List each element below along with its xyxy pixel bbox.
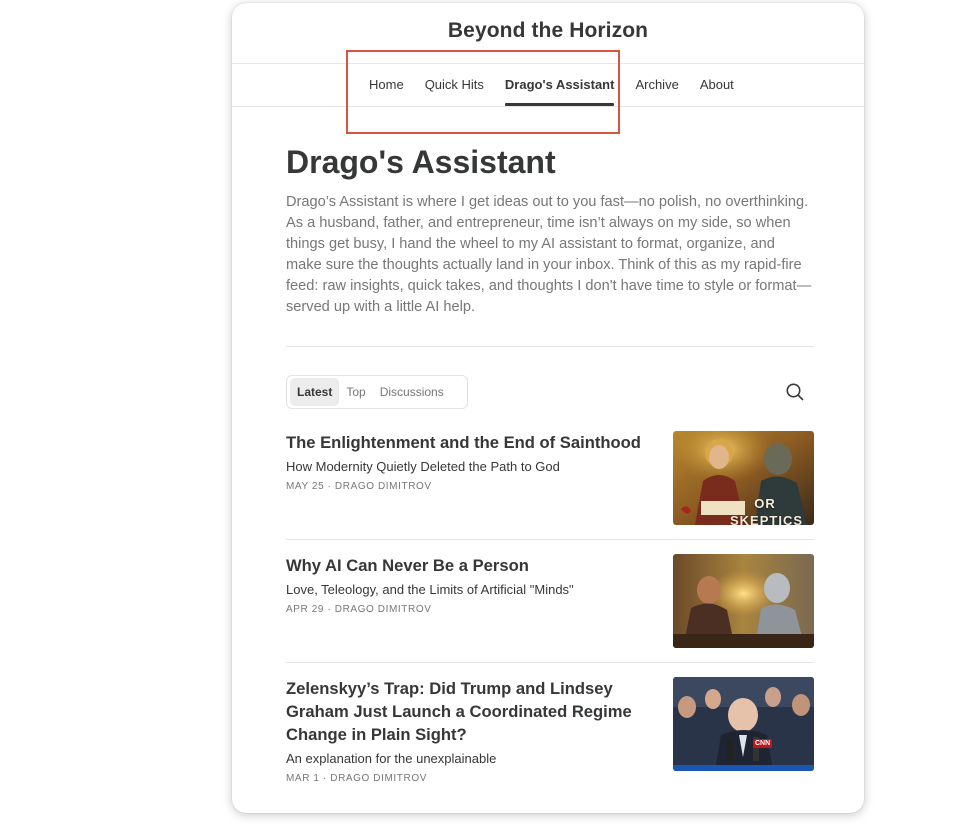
post-subtitle: How Modernity Quietly Deleted the Path t…	[286, 459, 560, 474]
post-separator	[286, 662, 814, 663]
section-header: Drago's Assistant Drago’s Assistant is w…	[286, 143, 814, 318]
section-divider	[286, 346, 814, 347]
post-title[interactable]: The Enlightenment and the End of Saintho…	[286, 431, 651, 454]
post-item[interactable]: Zelenskyy’s Trap: Did Trump and Lindsey …	[286, 677, 814, 797]
post-title[interactable]: Why AI Can Never Be a Person	[286, 554, 651, 577]
tab-top[interactable]: Top	[339, 378, 372, 406]
post-text: Zelenskyy’s Trap: Did Trump and Lindsey …	[286, 677, 651, 784]
search-button[interactable]	[784, 381, 806, 403]
nav-item-dragos-assistant[interactable]: Drago's Assistant	[504, 64, 614, 106]
post-text: The Enlightenment and the End of Saintho…	[286, 431, 651, 492]
post-title[interactable]: Zelenskyy’s Trap: Did Trump and Lindsey …	[286, 677, 651, 746]
thumbnail-image	[673, 554, 814, 648]
post-separator	[286, 539, 814, 540]
post-meta: APR 29 · DRAGO DIMITROV	[286, 604, 432, 615]
post-thumbnail[interactable]	[673, 554, 814, 648]
post-thumbnail[interactable]: CNN	[673, 677, 814, 771]
nav-items: Home Quick Hits Drago's Assistant Archiv…	[360, 64, 734, 106]
top-nav: Home Quick Hits Drago's Assistant Archiv…	[232, 63, 864, 107]
thumbnail-overlay-text: OR SKEPTICS	[730, 496, 804, 525]
post-subtitle: Love, Teleology, and the Limits of Artif…	[286, 582, 574, 597]
post-subtitle: An explanation for the unexplainable	[286, 751, 497, 766]
post-sort-tabs: Latest Top Discussions	[286, 375, 468, 409]
nav-item-quick-hits[interactable]: Quick Hits	[425, 64, 484, 106]
tab-latest[interactable]: Latest	[290, 378, 340, 406]
site-title[interactable]: Beyond the Horizon	[232, 19, 864, 43]
post-meta: MAR 1 · DRAGO DIMITROV	[286, 773, 427, 784]
browser-window: Beyond the Horizon Home Quick Hits Drago…	[232, 3, 864, 813]
thumbnail-image	[673, 677, 814, 771]
post-item[interactable]: The Enlightenment and the End of Saintho…	[286, 431, 814, 527]
nav-item-archive[interactable]: Archive	[635, 64, 678, 106]
page-title: Drago's Assistant	[286, 144, 556, 180]
page-description: Drago’s Assistant is where I get ideas o…	[286, 194, 812, 315]
tab-discussions[interactable]: Discussions	[373, 378, 451, 406]
nav-item-about[interactable]: About	[700, 64, 734, 106]
post-item[interactable]: Why AI Can Never Be a Person Love, Teleo…	[286, 554, 814, 650]
post-meta: MAY 25 · DRAGO DIMITROV	[286, 481, 432, 492]
search-icon	[786, 383, 804, 401]
nav-item-home[interactable]: Home	[369, 64, 404, 106]
post-text: Why AI Can Never Be a Person Love, Teleo…	[286, 554, 651, 615]
thumbnail-overlay-text: CNN	[753, 739, 773, 748]
post-thumbnail[interactable]: OR SKEPTICS	[673, 431, 814, 525]
